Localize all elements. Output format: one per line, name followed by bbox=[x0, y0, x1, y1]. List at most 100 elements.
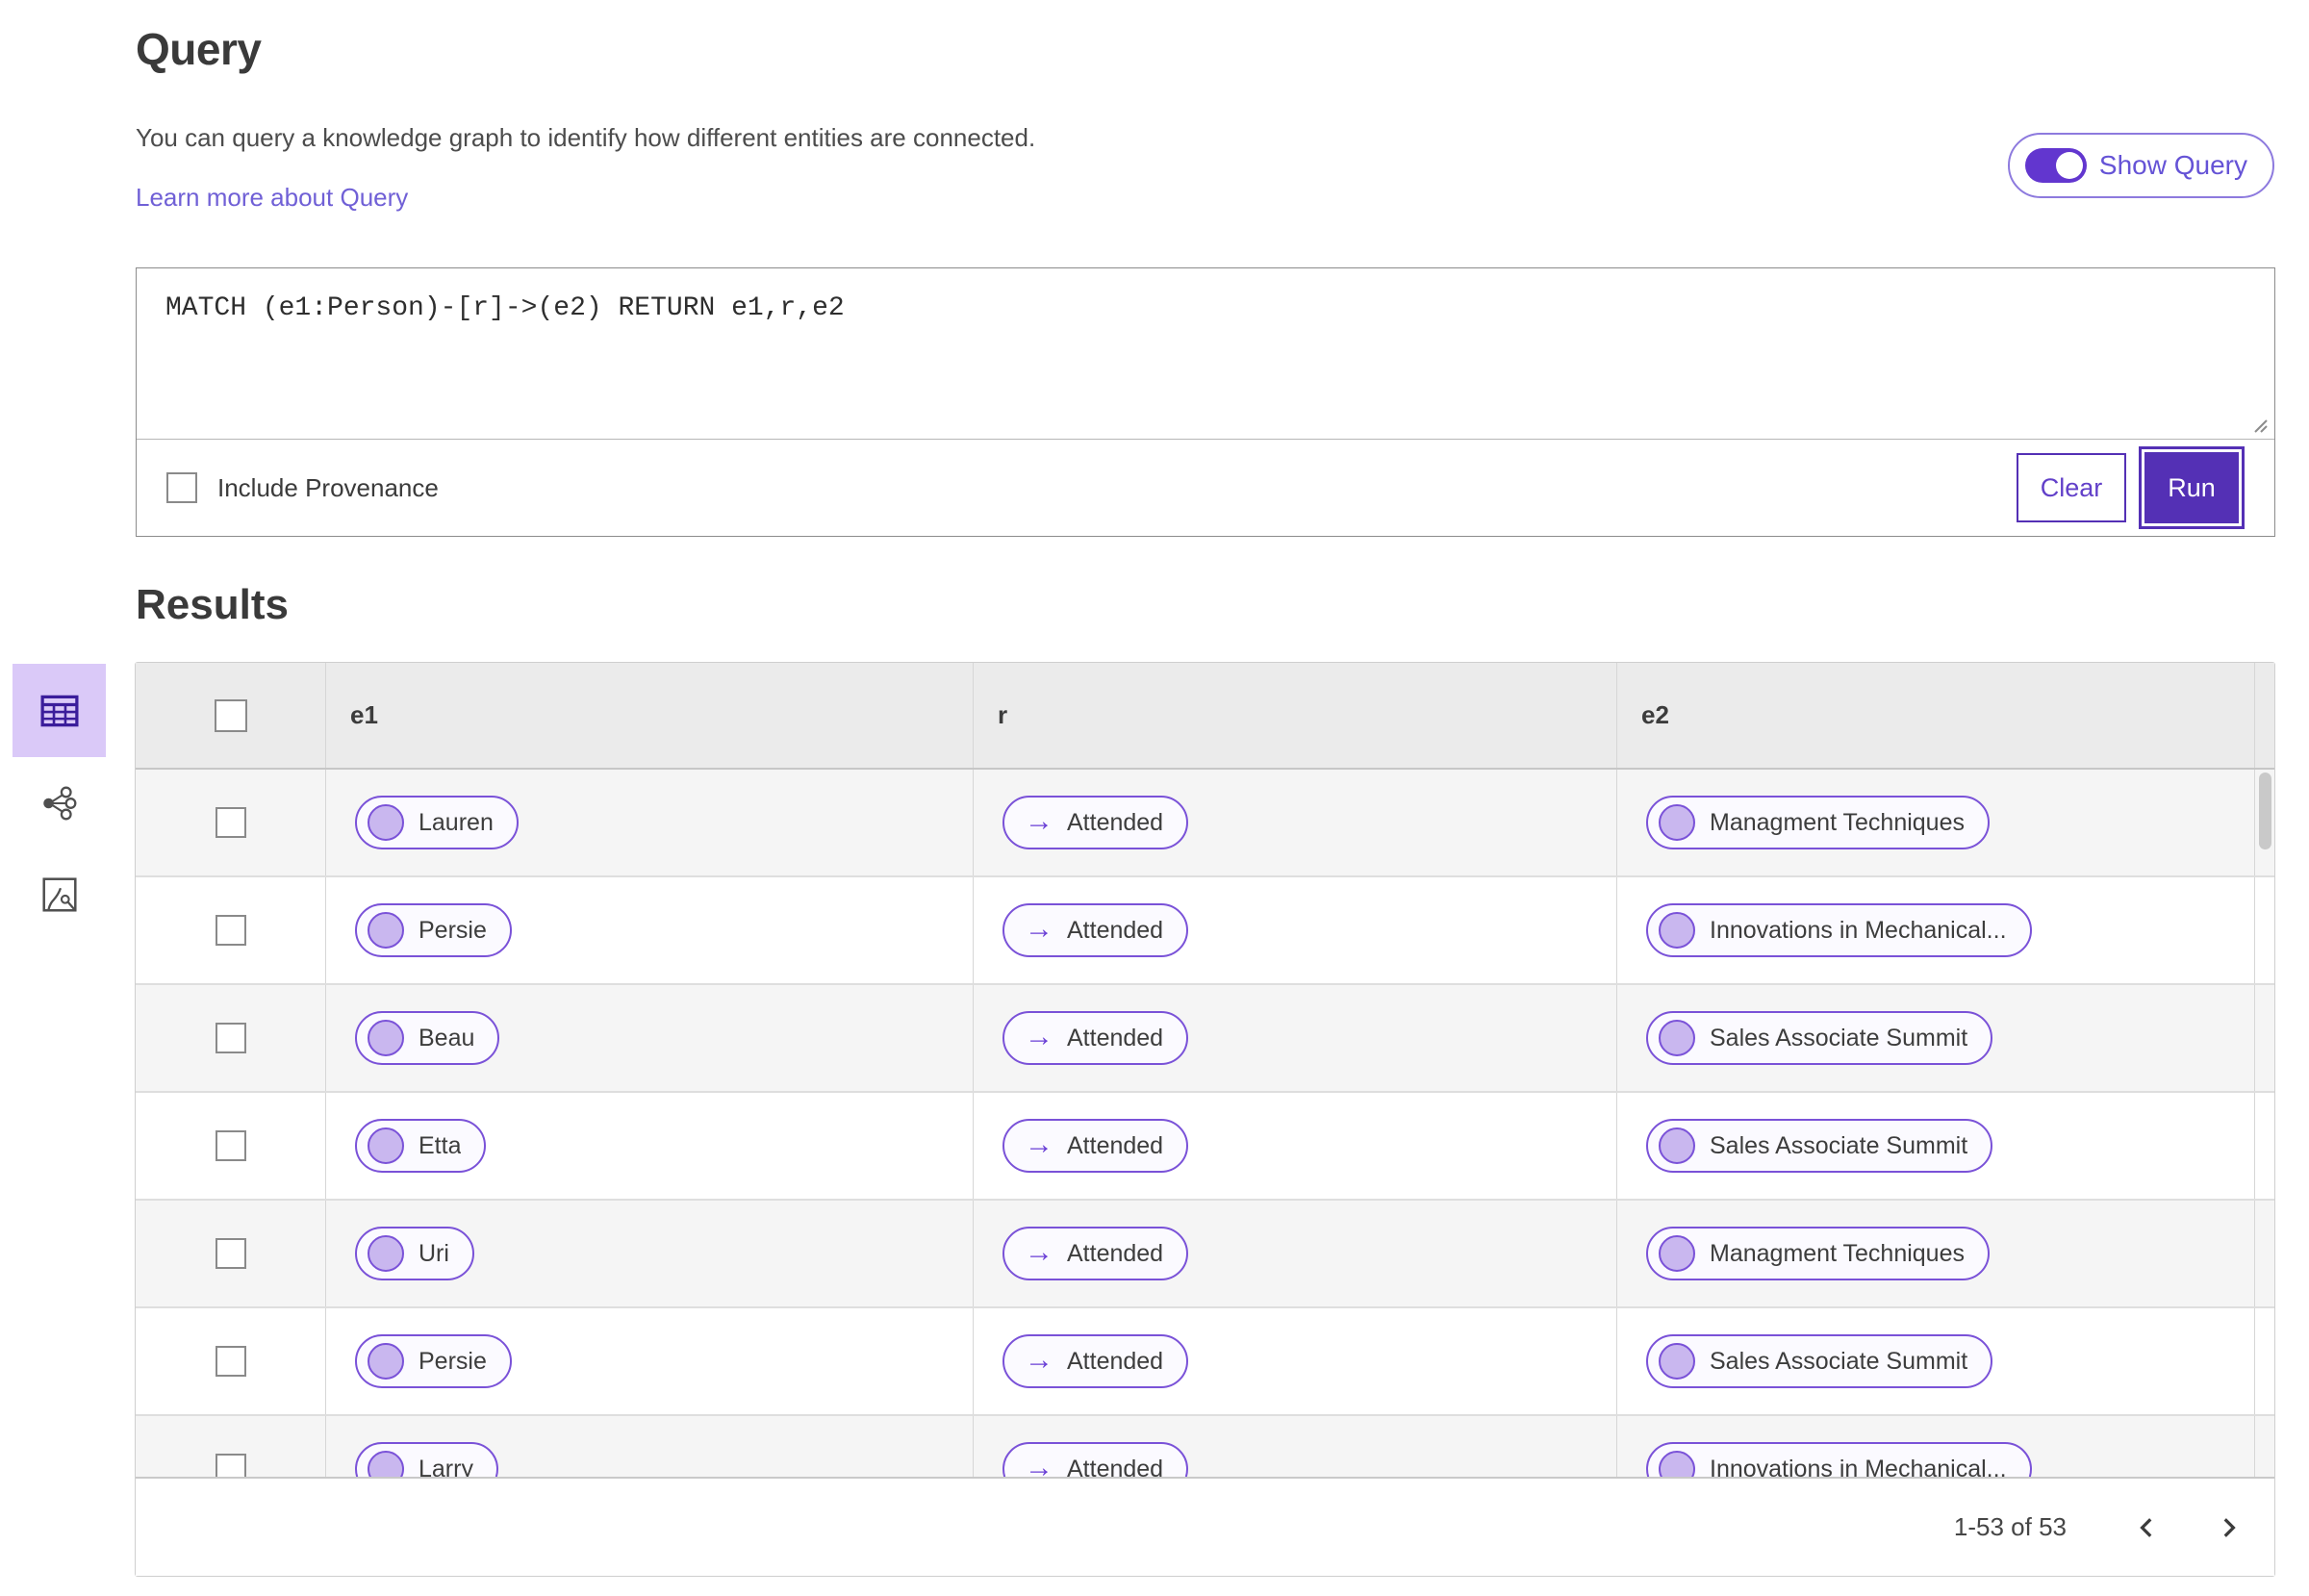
map-route-icon bbox=[41, 876, 77, 912]
relation-pill[interactable]: → Attended bbox=[1002, 1119, 1189, 1173]
entity-pill[interactable]: Managment Techniques bbox=[1646, 1227, 1990, 1280]
toggle-knob bbox=[2055, 152, 2083, 179]
relation-pill[interactable]: → Attended bbox=[1002, 1442, 1189, 1477]
pagination-range: 1-53 of 53 bbox=[1953, 1512, 2067, 1541]
learn-more-link[interactable]: Learn more about Query bbox=[136, 183, 408, 213]
show-query-label: Show Query bbox=[2098, 150, 2247, 180]
entity-node-icon bbox=[1659, 1020, 1695, 1056]
entity-node-icon bbox=[368, 1127, 404, 1164]
entity-pill[interactable]: Sales Associate Summit bbox=[1646, 1011, 1993, 1065]
row-checkbox-cell bbox=[136, 1201, 326, 1306]
entity-pill[interactable]: Larry bbox=[355, 1442, 498, 1477]
entity-node-icon bbox=[368, 1343, 404, 1380]
include-provenance-checkbox[interactable] bbox=[166, 472, 197, 503]
select-all-cell bbox=[136, 663, 326, 768]
relation-pill[interactable]: → Attended bbox=[1002, 1011, 1189, 1065]
column-header-e2: e2 bbox=[1641, 700, 1669, 729]
table-icon bbox=[40, 695, 78, 726]
relation-pill[interactable]: → Attended bbox=[1002, 903, 1189, 957]
entity-pill[interactable]: Persie bbox=[355, 903, 512, 957]
entity-node-icon bbox=[368, 1235, 404, 1272]
relation-pill[interactable]: → Attended bbox=[1002, 1227, 1189, 1280]
entity-pill[interactable]: Innovations in Mechanical... bbox=[1646, 903, 2032, 957]
arrow-right-icon: → bbox=[1025, 1128, 1053, 1160]
map-view-button[interactable] bbox=[13, 849, 106, 940]
entity-pill[interactable]: Etta bbox=[355, 1119, 487, 1173]
table-row: Etta → Attended Sales Associate Summit bbox=[136, 1093, 2274, 1201]
relation-pill[interactable]: → Attended bbox=[1002, 1334, 1189, 1388]
show-query-toggle-button[interactable]: Show Query bbox=[2007, 133, 2274, 198]
entity-node-icon bbox=[1659, 804, 1695, 841]
row-checkbox[interactable] bbox=[215, 1346, 246, 1377]
network-view-button[interactable] bbox=[13, 757, 106, 849]
query-description: You can query a knowledge graph to ident… bbox=[136, 123, 1036, 152]
column-header-r: r bbox=[998, 700, 1008, 729]
query-editor-panel: MATCH (e1:Person)-[r]->(e2) RETURN e1,r,… bbox=[136, 267, 2275, 537]
arrow-right-icon: → bbox=[1025, 913, 1053, 945]
entity-node-icon bbox=[368, 912, 404, 949]
arrow-right-icon: → bbox=[1025, 1452, 1053, 1477]
select-all-checkbox[interactable] bbox=[214, 698, 247, 732]
entity-node-icon bbox=[368, 804, 404, 841]
entity-node-icon bbox=[1659, 1235, 1695, 1272]
entity-pill[interactable]: Persie bbox=[355, 1334, 512, 1388]
table-footer: 1-53 of 53 bbox=[136, 1477, 2274, 1576]
arrow-right-icon: → bbox=[1025, 805, 1053, 837]
table-row: Persie → Attended Sales Associate Summit bbox=[136, 1308, 2274, 1416]
previous-page-button[interactable] bbox=[2126, 1507, 2169, 1549]
entity-pill[interactable]: Sales Associate Summit bbox=[1646, 1334, 1993, 1388]
row-checkbox[interactable] bbox=[215, 915, 246, 946]
table-row: Uri → Attended Managment Techniques bbox=[136, 1201, 2274, 1308]
results-table: e1 r e2 Lauren → Attended Managment Tech… bbox=[135, 662, 2275, 1577]
entity-node-icon bbox=[1659, 1451, 1695, 1477]
vertical-scrollbar-thumb[interactable] bbox=[2259, 773, 2271, 849]
entity-pill[interactable]: Managment Techniques bbox=[1646, 796, 1990, 849]
row-checkbox[interactable] bbox=[215, 1023, 246, 1053]
query-textarea[interactable]: MATCH (e1:Person)-[r]->(e2) RETURN e1,r,… bbox=[137, 268, 2274, 439]
query-controls-bar: Include Provenance Clear Run bbox=[137, 439, 2274, 536]
entity-node-icon bbox=[368, 1451, 404, 1477]
clear-button[interactable]: Clear bbox=[2017, 453, 2126, 522]
entity-pill[interactable]: Beau bbox=[355, 1011, 500, 1065]
network-graph-icon bbox=[42, 786, 76, 820]
table-row: Lauren → Attended Managment Techniques bbox=[136, 770, 2274, 877]
row-checkbox[interactable] bbox=[215, 807, 246, 838]
view-switcher bbox=[13, 664, 106, 940]
table-body: Lauren → Attended Managment Techniques P… bbox=[136, 770, 2274, 1477]
table-row: Beau → Attended Sales Associate Summit bbox=[136, 985, 2274, 1093]
entity-node-icon bbox=[1659, 1343, 1695, 1380]
page-title: Query bbox=[136, 24, 262, 74]
entity-pill[interactable]: Uri bbox=[355, 1227, 474, 1280]
row-checkbox-cell bbox=[136, 985, 326, 1091]
arrow-right-icon: → bbox=[1025, 1021, 1053, 1052]
chevron-left-icon bbox=[2140, 1517, 2152, 1537]
arrow-right-icon: → bbox=[1025, 1236, 1053, 1268]
row-checkbox[interactable] bbox=[215, 1130, 246, 1161]
run-button-focus-ring: Run bbox=[2139, 446, 2245, 529]
entity-pill[interactable]: Sales Associate Summit bbox=[1646, 1119, 1993, 1173]
knowledge-graph-query-page: Query You can query a knowledge graph to… bbox=[0, 0, 2309, 1596]
column-header-e1: e1 bbox=[350, 700, 378, 729]
table-row: Persie → Attended Innovations in Mechani… bbox=[136, 877, 2274, 985]
resize-grip-icon[interactable] bbox=[2247, 413, 2271, 436]
entity-node-icon bbox=[1659, 1127, 1695, 1164]
row-checkbox-cell bbox=[136, 1416, 326, 1477]
chevron-right-icon bbox=[2223, 1517, 2236, 1537]
entity-node-icon bbox=[368, 1020, 404, 1056]
arrow-right-icon: → bbox=[1025, 1344, 1053, 1376]
entity-pill[interactable]: Lauren bbox=[355, 796, 519, 849]
next-page-button[interactable] bbox=[2207, 1507, 2249, 1549]
table-view-button[interactable] bbox=[13, 664, 106, 757]
table-row: Larry → Attended Innovations in Mechanic… bbox=[136, 1416, 2274, 1477]
run-button[interactable]: Run bbox=[2144, 452, 2239, 523]
results-title: Results bbox=[136, 581, 289, 628]
row-checkbox-cell bbox=[136, 1308, 326, 1414]
entity-pill[interactable]: Innovations in Mechanical... bbox=[1646, 1442, 2032, 1477]
row-checkbox-cell bbox=[136, 877, 326, 983]
include-provenance-label: Include Provenance bbox=[217, 472, 439, 502]
relation-pill[interactable]: → Attended bbox=[1002, 796, 1189, 849]
toggle-switch-on[interactable] bbox=[2024, 148, 2087, 183]
entity-node-icon bbox=[1659, 912, 1695, 949]
row-checkbox[interactable] bbox=[215, 1238, 246, 1269]
row-checkbox[interactable] bbox=[215, 1454, 246, 1477]
